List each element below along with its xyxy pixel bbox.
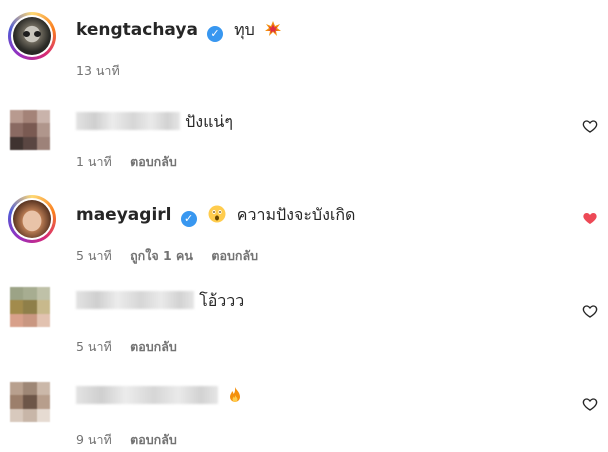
username[interactable]: kengtachaya — [76, 20, 198, 40]
comment-time: 9 นาที — [76, 432, 112, 447]
comment-text: ทุบ — [234, 20, 255, 39]
like-heart-icon[interactable] — [582, 303, 598, 319]
comment-text: ปังแน่ๆ — [185, 112, 233, 131]
avatar[interactable] — [10, 382, 50, 422]
liked-heart-icon[interactable] — [582, 210, 598, 226]
collision-emoji — [264, 20, 282, 42]
blurred-username — [76, 112, 180, 130]
comment-item: 9 นาที ตอบกลับ — [0, 368, 608, 452]
blurred-username — [76, 386, 218, 404]
like-heart-icon[interactable] — [582, 118, 598, 134]
comment-time: 1 นาที — [76, 154, 112, 169]
avatar[interactable] — [10, 287, 50, 327]
comment-time: 13 นาที — [76, 63, 120, 78]
comment-item: โอ้ววว 5 นาที ตอบกลับ — [0, 275, 608, 360]
comment-item: maeyagirl ✓ ความปังจะบังเกิด 5 นาที ถูกใ… — [0, 183, 608, 273]
reply-button[interactable]: ตอบกลับ — [130, 154, 177, 169]
fire-emoji — [227, 386, 243, 408]
comment-text: ความปังจะบังเกิด — [236, 205, 356, 224]
blurred-username — [76, 291, 194, 309]
verified-badge-icon: ✓ — [207, 26, 224, 42]
comment-time: 5 นาที — [76, 339, 112, 354]
username[interactable]: maeyagirl — [76, 205, 171, 225]
avatar[interactable] — [8, 195, 56, 243]
verified-badge-icon: ✓ — [180, 211, 197, 227]
avatar[interactable] — [8, 12, 56, 60]
avatar[interactable] — [10, 110, 50, 150]
likes-count-button[interactable]: ถูกใจ 1 คน — [130, 248, 193, 263]
astonished-face-emoji — [208, 205, 226, 227]
caption-comment: kengtachaya ✓ ทุบ 13 นาที — [0, 0, 608, 90]
comment-item: ปังแน่ๆ 1 นาที ตอบกลับ — [0, 96, 608, 181]
reply-button[interactable]: ตอบกลับ — [130, 432, 177, 447]
reply-button[interactable]: ตอบกลับ — [211, 248, 258, 263]
comment-text: โอ้ววว — [199, 291, 245, 310]
comment-time: 5 นาที — [76, 248, 112, 263]
like-heart-icon[interactable] — [582, 396, 598, 412]
reply-button[interactable]: ตอบกลับ — [130, 339, 177, 354]
